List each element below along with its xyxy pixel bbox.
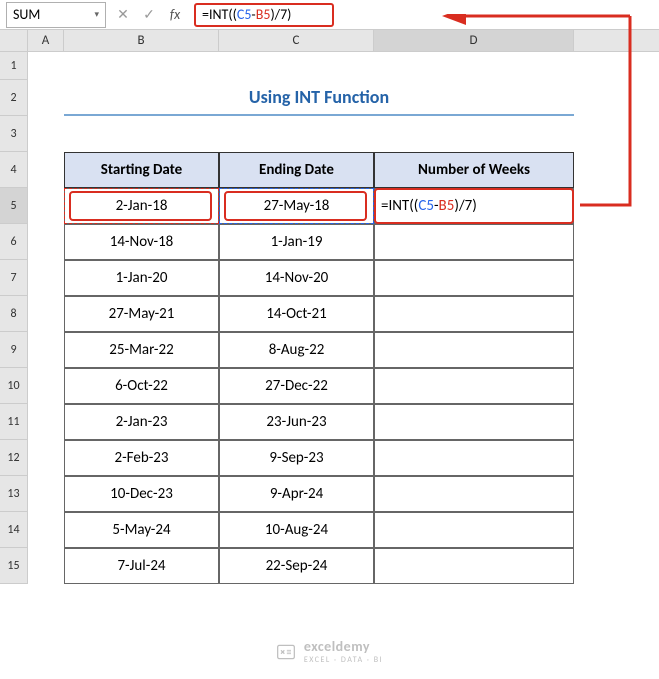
cell-d10[interactable] — [374, 368, 574, 404]
cell-c6[interactable]: 1-Jan-19 — [219, 224, 374, 260]
name-box[interactable]: SUM ▾ — [6, 2, 106, 28]
col-header-a[interactable]: A — [28, 30, 64, 51]
row-header-12[interactable]: 12 — [0, 440, 28, 476]
row-header-5[interactable]: 5 — [0, 188, 28, 224]
row-header-3[interactable]: 3 — [0, 116, 28, 152]
header-number-of-weeks[interactable]: Number of Weeks — [374, 152, 574, 188]
cell-b6[interactable]: 14-Nov-18 — [64, 224, 219, 260]
row-header-7[interactable]: 7 — [0, 260, 28, 296]
dropdown-icon[interactable]: ▾ — [94, 9, 99, 20]
col-header-b[interactable]: B — [64, 30, 219, 51]
logo-icon — [276, 642, 296, 662]
cell-c12[interactable]: 9-Sep-23 — [219, 440, 374, 476]
cell-d15[interactable] — [374, 548, 574, 584]
row-header-15[interactable]: 15 — [0, 548, 28, 584]
row-header-1[interactable]: 1 — [0, 52, 28, 80]
cell-d6[interactable] — [374, 224, 574, 260]
cell-b15[interactable]: 7-Jul-24 — [64, 548, 219, 584]
cell-c9[interactable]: 8-Aug-22 — [219, 332, 374, 368]
row-header-8[interactable]: 8 — [0, 296, 28, 332]
col-header-d[interactable]: D — [374, 30, 574, 51]
cell-c10[interactable]: 27-Dec-22 — [219, 368, 374, 404]
page-title[interactable]: Using INT Function — [64, 80, 574, 116]
header-starting-date[interactable]: Starting Date — [64, 152, 219, 188]
fx-icon[interactable]: fx — [162, 3, 188, 27]
name-box-value: SUM — [13, 6, 40, 23]
cell-d8[interactable] — [374, 296, 574, 332]
header-ending-date[interactable]: Ending Date — [219, 152, 374, 188]
watermark: exceldemy EXCEL · DATA · BI — [0, 638, 659, 665]
cell-d7[interactable] — [374, 260, 574, 296]
cell-b13[interactable]: 10-Dec-23 — [64, 476, 219, 512]
cell-b10[interactable]: 6-Oct-22 — [64, 368, 219, 404]
cell-c13[interactable]: 9-Apr-24 — [219, 476, 374, 512]
cell-d9[interactable] — [374, 332, 574, 368]
cell-b9[interactable]: 25-Mar-22 — [64, 332, 219, 368]
cell-b8[interactable]: 27-May-21 — [64, 296, 219, 332]
select-all-corner[interactable] — [0, 30, 28, 51]
watermark-name: exceldemy — [304, 638, 370, 655]
cell-b14[interactable]: 5-May-24 — [64, 512, 219, 548]
cell-d13[interactable] — [374, 476, 574, 512]
row-header-2[interactable]: 2 — [0, 80, 28, 116]
enter-icon[interactable]: ✓ — [136, 3, 162, 27]
row-header-6[interactable]: 6 — [0, 224, 28, 260]
row-headers: 1 2 3 4 5 6 7 8 9 10 11 12 13 14 15 — [0, 52, 28, 584]
cell-c7[interactable]: 14-Nov-20 — [219, 260, 374, 296]
cells-area: Using INT Function Starting Date Ending … — [28, 52, 659, 584]
watermark-sub: EXCEL · DATA · BI — [304, 655, 383, 665]
row-header-4[interactable]: 4 — [0, 152, 28, 188]
cell-c8[interactable]: 14-Oct-21 — [219, 296, 374, 332]
row-header-10[interactable]: 10 — [0, 368, 28, 404]
row-header-11[interactable]: 11 — [0, 404, 28, 440]
cancel-icon[interactable]: ✕ — [110, 3, 136, 27]
cell-c15[interactable]: 22-Sep-24 — [219, 548, 374, 584]
cell-d12[interactable] — [374, 440, 574, 476]
row-header-9[interactable]: 9 — [0, 332, 28, 368]
col-header-c[interactable]: C — [219, 30, 374, 51]
cell-d5[interactable]: =INT((C5-B5)/7) — [374, 188, 574, 224]
cell-b11[interactable]: 2-Jan-23 — [64, 404, 219, 440]
cell-c14[interactable]: 10-Aug-24 — [219, 512, 374, 548]
formula-text: =INT((C5-B5)/7) — [202, 6, 291, 23]
cell-b12[interactable]: 2-Feb-23 — [64, 440, 219, 476]
formula-input[interactable]: =INT((C5-B5)/7) — [194, 3, 334, 27]
column-headers: A B C D — [0, 30, 659, 52]
cell-d11[interactable] — [374, 404, 574, 440]
cell-b7[interactable]: 1-Jan-20 — [64, 260, 219, 296]
cell-b5[interactable]: 2-Jan-18 — [64, 188, 219, 224]
cell-d5-formula: =INT((C5-B5)/7) — [381, 197, 477, 215]
cell-c5[interactable]: 27-May-18 — [219, 188, 374, 224]
row-header-14[interactable]: 14 — [0, 512, 28, 548]
cell-d14[interactable] — [374, 512, 574, 548]
cell-c11[interactable]: 23-Jun-23 — [219, 404, 374, 440]
formula-bar: SUM ▾ ✕ ✓ fx =INT((C5-B5)/7) — [0, 0, 659, 30]
row-header-13[interactable]: 13 — [0, 476, 28, 512]
